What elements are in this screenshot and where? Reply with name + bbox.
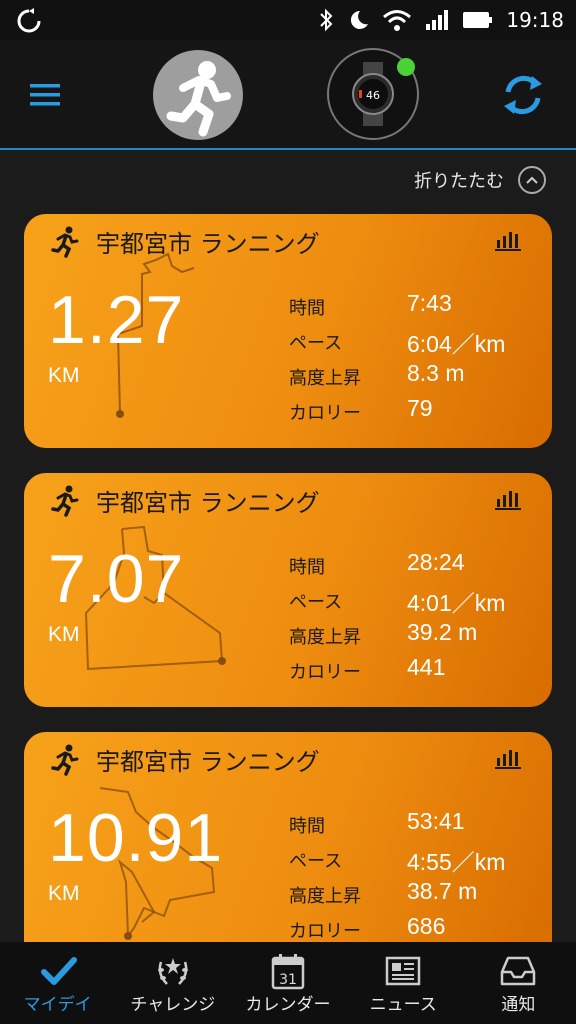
calendar-day: 31 xyxy=(279,972,297,988)
svg-text:46: 46 xyxy=(366,89,380,102)
distance-unit: KM xyxy=(48,882,80,905)
stat-value: 79 xyxy=(407,395,433,421)
distance-value: 10.91 xyxy=(48,800,224,876)
distance-value: 7.07 xyxy=(48,541,185,617)
stat-value: 28:24 xyxy=(407,549,465,575)
distance-value: 1.27 xyxy=(48,282,185,358)
stat-label: 時間 xyxy=(289,557,325,578)
stat-label: カロリー xyxy=(289,662,361,683)
stat-calories: カロリー 79 xyxy=(289,395,539,430)
nav-my-day[interactable]: マイデイ xyxy=(0,942,115,1024)
bottom-nav: マイデイ チャレンジ 31 カレンダー ニュース 通知 xyxy=(0,942,576,1024)
stat-value: 441 xyxy=(407,654,446,680)
running-icon xyxy=(51,485,79,517)
stat-label: 時間 xyxy=(289,298,325,319)
wifi-icon xyxy=(383,10,412,31)
calendar-icon: 31 xyxy=(271,954,305,990)
device-connected-indicator xyxy=(397,58,415,76)
nav-notifications[interactable]: 通知 xyxy=(461,942,576,1024)
nav-news[interactable]: ニュース xyxy=(346,942,461,1024)
runner-avatar-icon xyxy=(166,61,231,137)
stat-value: 7:43 xyxy=(407,290,452,316)
nav-label: マイデイ xyxy=(23,995,92,1015)
stat-label: 高度上昇 xyxy=(289,627,361,648)
nav-label: カレンダー xyxy=(245,995,331,1015)
activity-stats: 時間 53:41 ペース 4:55／km 高度上昇 38.7 m カロリー 68… xyxy=(289,808,539,948)
activity-title: 宇都宮市 ランニング xyxy=(96,489,320,517)
stat-calories: カロリー 441 xyxy=(289,654,539,689)
inbox-icon xyxy=(501,956,536,986)
nav-label: ニュース xyxy=(369,995,437,1015)
stat-value: 4:01／km xyxy=(407,590,506,616)
laurel-icon xyxy=(157,958,188,985)
bar-chart-icon[interactable] xyxy=(494,746,522,770)
stat-value: 53:41 xyxy=(407,808,465,834)
sync-icon xyxy=(17,8,41,33)
stat-label: 高度上昇 xyxy=(289,886,361,907)
stat-elevation: 高度上昇 8.3 m xyxy=(289,360,539,395)
bar-chart-icon[interactable] xyxy=(494,487,522,511)
nav-calendar[interactable]: 31 カレンダー xyxy=(230,942,345,1024)
distance-unit: KM xyxy=(48,623,80,646)
stat-label: カロリー xyxy=(289,921,361,942)
stat-time: 時間 28:24 xyxy=(289,549,539,584)
activity-stats: 時間 28:24 ペース 4:01／km 高度上昇 39.2 m カロリー 44… xyxy=(289,549,539,689)
stat-time: 時間 7:43 xyxy=(289,290,539,325)
stat-value: 4:55／km xyxy=(407,849,506,875)
activity-card[interactable]: 宇都宮市 ランニング 7.07 KM 時間 28:24 ペース 4:01／km … xyxy=(24,473,552,707)
stat-elevation: 高度上昇 38.7 m xyxy=(289,878,539,913)
status-bar: 19:18 xyxy=(0,0,576,40)
stat-pace: ペース 4:01／km xyxy=(289,584,539,619)
device-watch[interactable]: 46 xyxy=(327,48,419,140)
distance-unit: KM xyxy=(48,364,80,387)
stat-value: 39.2 m xyxy=(407,619,478,645)
collapse-label: 折りたたむ xyxy=(414,171,504,192)
stat-value: 8.3 m xyxy=(407,360,465,386)
nav-challenge[interactable]: チャレンジ xyxy=(115,942,230,1024)
stat-value: 686 xyxy=(407,913,446,939)
hamburger-icon[interactable] xyxy=(26,80,64,110)
activity-title: 宇都宮市 ランニング xyxy=(96,748,320,776)
app-header: 46 xyxy=(0,40,576,150)
signal-icon xyxy=(426,10,449,30)
stat-label: 高度上昇 xyxy=(289,368,361,389)
avatar[interactable] xyxy=(153,50,243,140)
activity-card[interactable]: 宇都宮市 ランニング 10.91 KM 時間 53:41 ペース 4:55／km… xyxy=(24,732,552,966)
nav-label: 通知 xyxy=(501,995,536,1015)
bluetooth-icon xyxy=(320,8,333,32)
checkmark-icon xyxy=(40,957,77,985)
stat-label: ペース xyxy=(289,333,343,354)
chevron-up-icon xyxy=(518,166,546,194)
stat-pace: ペース 4:55／km xyxy=(289,843,539,878)
nav-label: チャレンジ xyxy=(130,995,216,1015)
activity-card[interactable]: 宇都宮市 ランニング 1.27 KM 時間 7:43 ペース 6:04／km 高… xyxy=(24,214,552,448)
running-icon xyxy=(51,744,79,776)
stat-label: ペース xyxy=(289,851,343,872)
sync-icon[interactable] xyxy=(498,70,548,120)
running-icon xyxy=(51,226,79,258)
collapse-toggle[interactable]: 折りたたむ xyxy=(414,165,546,195)
moon-icon xyxy=(351,10,369,29)
newspaper-icon xyxy=(385,956,421,986)
battery-icon xyxy=(463,12,493,28)
stat-label: カロリー xyxy=(289,403,361,424)
activity-stats: 時間 7:43 ペース 6:04／km 高度上昇 8.3 m カロリー 79 xyxy=(289,290,539,430)
stat-pace: ペース 6:04／km xyxy=(289,325,539,360)
stat-value: 6:04／km xyxy=(407,331,506,357)
stat-elevation: 高度上昇 39.2 m xyxy=(289,619,539,654)
stat-label: ペース xyxy=(289,592,343,613)
stat-time: 時間 53:41 xyxy=(289,808,539,843)
activity-title: 宇都宮市 ランニング xyxy=(96,230,320,258)
stat-label: 時間 xyxy=(289,816,325,837)
bar-chart-icon[interactable] xyxy=(494,228,522,252)
stat-value: 38.7 m xyxy=(407,878,478,904)
status-time: 19:18 xyxy=(506,8,564,32)
